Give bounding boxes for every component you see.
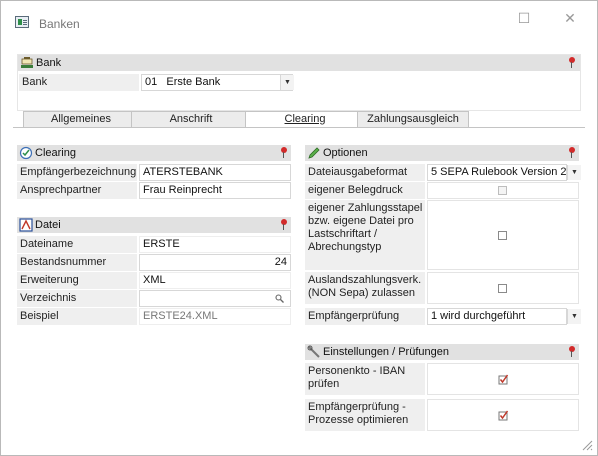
- bank-code: 01: [145, 76, 158, 88]
- tab-bar: Allgemeines Anschrift Clearing Zahlungsa…: [13, 111, 585, 128]
- eigener-belegdruck-checkbox[interactable]: [498, 186, 507, 195]
- datei-panel-title: Datei: [35, 219, 61, 231]
- chevron-down-icon[interactable]: ▼: [567, 309, 581, 324]
- auslandszahlung-checkbox[interactable]: [498, 284, 507, 293]
- optionen-panel: Optionen Dateiausgabeformat 5 SEPA Ruleb…: [305, 145, 581, 327]
- bank-label: Bank: [19, 74, 139, 91]
- zahlungsstapel-checkbox[interactable]: [498, 231, 507, 240]
- eigener-belegdruck-label: eigener Belegdruck: [305, 182, 425, 199]
- ansprechpartner-label: Ansprechpartner: [17, 182, 137, 199]
- verzeichnis-field[interactable]: [139, 290, 291, 307]
- pin-icon[interactable]: [280, 147, 288, 159]
- zahlungsstapel-label: eigener Zahlungsstapel bzw. eigene Datei…: [305, 200, 425, 270]
- einstellungen-panel-header: Einstellungen / Prüfungen: [305, 344, 579, 360]
- chevron-down-icon[interactable]: ▼: [280, 75, 294, 90]
- auslandszahlung-label: Auslandszahlungsverk. (NON Sepa) zulasse…: [305, 272, 425, 304]
- prozesse-checkbox[interactable]: [498, 410, 509, 421]
- pin-icon[interactable]: [280, 219, 288, 231]
- tab-zahlungsausgleich[interactable]: Zahlungsausgleich: [357, 111, 469, 127]
- app-icon: [15, 16, 29, 28]
- bank-panel: Bank Bank 01 Erste Bank ▼: [17, 54, 581, 111]
- dateiausgabeformat-select[interactable]: 5 SEPA Rulebook Version 20: [427, 164, 567, 181]
- personenkto-cell: [427, 363, 579, 395]
- bank-name: Erste Bank: [166, 76, 221, 88]
- close-button[interactable]: ✕: [559, 9, 581, 27]
- pin-icon[interactable]: [568, 346, 576, 358]
- clearing-panel-title: Clearing: [35, 147, 76, 159]
- maximize-button[interactable]: ☐: [513, 9, 535, 27]
- clearing-panel-header: Clearing: [17, 145, 291, 161]
- prozesse-label: Empfängerprüfung - Prozesse optimieren: [305, 399, 425, 431]
- einstellungen-panel: Einstellungen / Prüfungen Personenkto - …: [305, 344, 579, 434]
- tab-clearing[interactable]: Clearing: [245, 111, 365, 128]
- beispiel-label: Beispiel: [17, 308, 137, 325]
- resize-grip-icon[interactable]: [581, 439, 593, 451]
- title-bar: Banken ☐ ✕: [1, 1, 597, 41]
- optionen-panel-title: Optionen: [323, 147, 368, 159]
- pencil-icon: [308, 147, 320, 159]
- tab-allgemeines[interactable]: Allgemeines: [23, 111, 139, 127]
- verzeichnis-label: Verzeichnis: [17, 290, 137, 307]
- file-icon: [19, 218, 33, 232]
- bestandsnummer-field[interactable]: 24: [139, 254, 291, 271]
- zahlungsstapel-cell: [427, 200, 579, 270]
- datei-panel-header: Datei: [17, 217, 291, 233]
- prozesse-cell: [427, 399, 579, 431]
- chevron-down-icon[interactable]: ▼: [567, 165, 581, 180]
- einstellungen-panel-title: Einstellungen / Prüfungen: [323, 346, 449, 358]
- tab-anschrift[interactable]: Anschrift: [131, 111, 251, 127]
- dateiname-field[interactable]: ERSTE: [139, 236, 291, 253]
- pin-icon[interactable]: [568, 57, 576, 69]
- erweiterung-label: Erweiterung: [17, 272, 137, 289]
- empfaengerpruefung-select[interactable]: 1 wird durchgeführt: [427, 308, 567, 325]
- auslandszahlung-cell: [427, 272, 579, 304]
- bank-panel-title: Bank: [36, 57, 62, 69]
- empfaengerbezeichnung-field[interactable]: ATERSTEBANK: [139, 164, 291, 181]
- empfaengerbezeichnung-label: Empfängerbezeichnung: [17, 164, 137, 181]
- clearing-icon: [19, 146, 33, 160]
- bank-select[interactable]: 01 Erste Bank: [141, 74, 293, 91]
- dateiausgabeformat-label: Dateiausgabeformat: [305, 164, 425, 181]
- ansprechpartner-field[interactable]: Frau Reinprecht: [139, 182, 291, 199]
- beispiel-field: ERSTE24.XML: [139, 308, 291, 325]
- tab-divider: [13, 127, 585, 128]
- window-title: Banken: [39, 17, 80, 31]
- banken-window: Banken ☐ ✕ Bank Bank 01 Erste Bank ▼ All…: [0, 0, 598, 456]
- pin-icon[interactable]: [568, 147, 576, 159]
- erweiterung-field[interactable]: XML: [139, 272, 291, 289]
- optionen-panel-header: Optionen: [305, 145, 579, 161]
- search-icon[interactable]: [275, 294, 284, 303]
- tools-icon: [307, 345, 320, 358]
- bank-panel-header: Bank: [18, 55, 580, 71]
- dateiname-label: Dateiname: [17, 236, 137, 253]
- eigener-belegdruck-cell: [427, 182, 579, 199]
- datei-panel: Datei Dateiname ERSTE Bestandsnummer 24 …: [17, 217, 291, 327]
- bank-icon: [21, 57, 33, 68]
- bestandsnummer-label: Bestandsnummer: [17, 254, 137, 271]
- empfaengerpruefung-label: Empfängerprüfung: [305, 308, 425, 325]
- personenkto-label: Personenkto - IBAN prüfen: [305, 363, 425, 395]
- personenkto-checkbox[interactable]: [498, 374, 509, 385]
- clearing-panel: Clearing Empfängerbezeichnung ATERSTEBAN…: [17, 145, 291, 201]
